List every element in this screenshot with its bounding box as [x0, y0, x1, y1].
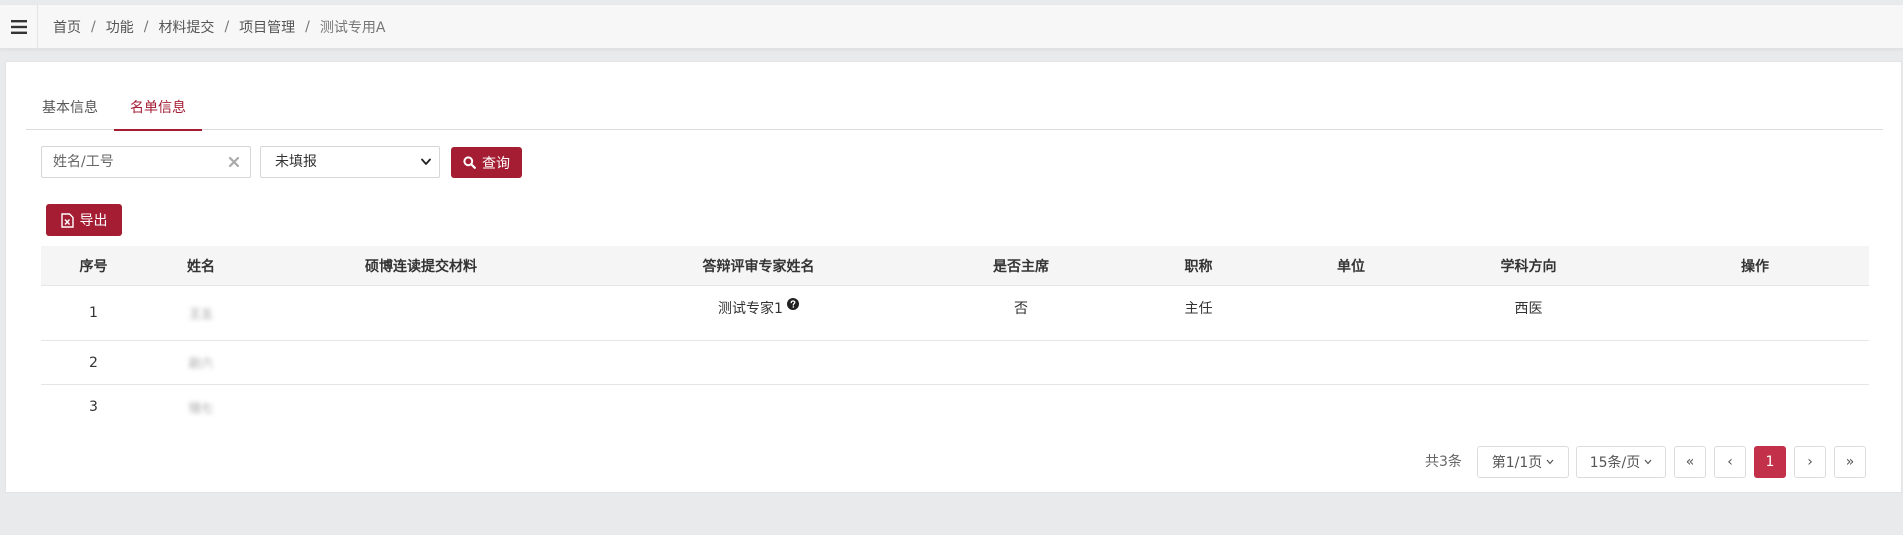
- export-button-label: 导出: [79, 213, 108, 229]
- row-discipline: [1416, 341, 1641, 384]
- row-title: 主任: [1184, 301, 1213, 317]
- column-header-action: 操作: [1741, 258, 1769, 275]
- row-index: 2: [89, 354, 98, 371]
- column-header-discipline: 学科方向: [1500, 258, 1557, 275]
- row-name-text: 赵六: [188, 356, 213, 370]
- first-page-button[interactable]: «: [1674, 446, 1706, 478]
- clear-icon[interactable]: [228, 156, 240, 168]
- query-button-label: 查询: [482, 155, 510, 172]
- search-icon: [463, 156, 476, 169]
- row-discipline: [1416, 385, 1641, 429]
- tab-basic-info[interactable]: 基本信息: [26, 86, 114, 130]
- status-select-value: 未填报: [275, 154, 317, 170]
- column-header-chair: 是否主席: [993, 258, 1049, 275]
- row-name: 钱七: [146, 385, 256, 429]
- row-index: 3: [89, 399, 98, 415]
- row-materials: [256, 341, 586, 384]
- prev-page-button[interactable]: ‹: [1714, 446, 1746, 478]
- list-table: 序号 姓名 硕博连读提交材料 答辩评审专家姓名 是否主席 职称 单位 学科方向 …: [41, 246, 1869, 429]
- page-size-text: 15条/页: [1589, 455, 1641, 471]
- row-title: [1111, 341, 1286, 384]
- page-button-current[interactable]: 1: [1754, 446, 1786, 478]
- column-header-name: 姓名: [187, 258, 215, 275]
- row-chair: [931, 385, 1111, 429]
- search-field: [41, 146, 251, 178]
- breadcrumb-material-submit[interactable]: 材料提交: [158, 17, 214, 37]
- row-expert: [586, 341, 931, 384]
- breadcrumb-function[interactable]: 功能: [106, 17, 134, 37]
- row-action: [1641, 286, 1869, 340]
- row-unit: [1286, 385, 1416, 429]
- excel-file-icon: [60, 212, 74, 228]
- row-expert: [586, 385, 931, 429]
- next-page-button[interactable]: ›: [1794, 446, 1826, 478]
- row-name: 赵六: [146, 341, 256, 384]
- column-header-expert: 答辩评审专家姓名: [702, 258, 815, 275]
- breadcrumb-separator: /: [143, 19, 149, 35]
- row-title: [1111, 385, 1286, 429]
- chevron-down-icon: [1644, 459, 1652, 465]
- table-header: 序号 姓名 硕博连读提交材料 答辩评审专家姓名 是否主席 职称 单位 学科方向 …: [41, 246, 1869, 286]
- row-expert: 测试专家1: [586, 286, 931, 340]
- row-materials: [256, 385, 586, 429]
- row-chair: [931, 341, 1111, 384]
- breadcrumb-project-management[interactable]: 项目管理: [239, 17, 295, 37]
- row-index: 1: [89, 305, 98, 321]
- page-indicator-text: 第1/1页: [1491, 455, 1543, 471]
- search-input[interactable]: [42, 147, 250, 177]
- query-button[interactable]: 查询: [451, 147, 522, 178]
- column-header-materials: 硕博连读提交材料: [365, 258, 477, 275]
- row-discipline: 西医: [1514, 301, 1543, 317]
- row-action: [1641, 385, 1869, 429]
- pagination-total: 共3条: [1425, 454, 1462, 470]
- table-row: 1 王五 测试专家1 否 主任 西医: [41, 286, 1869, 341]
- question-circle-icon[interactable]: [786, 298, 799, 310]
- chevron-down-icon: [1546, 459, 1554, 465]
- row-name: 王五: [146, 286, 256, 340]
- last-page-button[interactable]: »: [1834, 446, 1866, 478]
- main-panel: 基本信息 名单信息 未填报 查询 导出 序号 姓名 硕博连读提交材料 答辩评审专…: [5, 61, 1902, 493]
- table-row: 3 钱七: [41, 385, 1869, 429]
- top-bar: 首页 / 功能 / 材料提交 / 项目管理 / 测试专用A: [0, 5, 1903, 49]
- breadcrumb: 首页 / 功能 / 材料提交 / 项目管理 / 测试专用A: [53, 5, 385, 49]
- row-unit: [1286, 286, 1416, 340]
- table-row: 2 赵六: [41, 341, 1869, 385]
- tab-list-info[interactable]: 名单信息: [114, 86, 202, 131]
- column-header-title: 职称: [1184, 258, 1213, 275]
- hamburger-menu-icon[interactable]: [0, 5, 38, 49]
- row-name-text: 王五: [188, 306, 213, 321]
- column-header-unit: 单位: [1337, 258, 1365, 275]
- row-expert-text: 测试专家1: [718, 301, 783, 317]
- page-size-select[interactable]: 15条/页: [1576, 446, 1666, 478]
- breadcrumb-separator: /: [224, 19, 230, 35]
- row-materials: [256, 286, 586, 340]
- breadcrumb-separator: /: [91, 19, 96, 35]
- breadcrumb-separator: /: [305, 19, 310, 35]
- breadcrumb-home[interactable]: 首页: [53, 17, 81, 37]
- breadcrumb-current: 测试专用A: [319, 20, 386, 36]
- row-name-text: 钱七: [188, 400, 213, 415]
- chevron-down-icon: [421, 158, 431, 165]
- status-select[interactable]: 未填报: [260, 146, 440, 178]
- row-unit: [1286, 341, 1416, 384]
- column-header-index: 序号: [79, 258, 108, 275]
- row-chair: 否: [1014, 301, 1028, 317]
- export-button[interactable]: 导出: [46, 204, 122, 236]
- tab-bar: 基本信息 名单信息: [26, 86, 1883, 131]
- row-action: [1641, 341, 1869, 384]
- page-indicator-select[interactable]: 第1/1页: [1477, 446, 1569, 478]
